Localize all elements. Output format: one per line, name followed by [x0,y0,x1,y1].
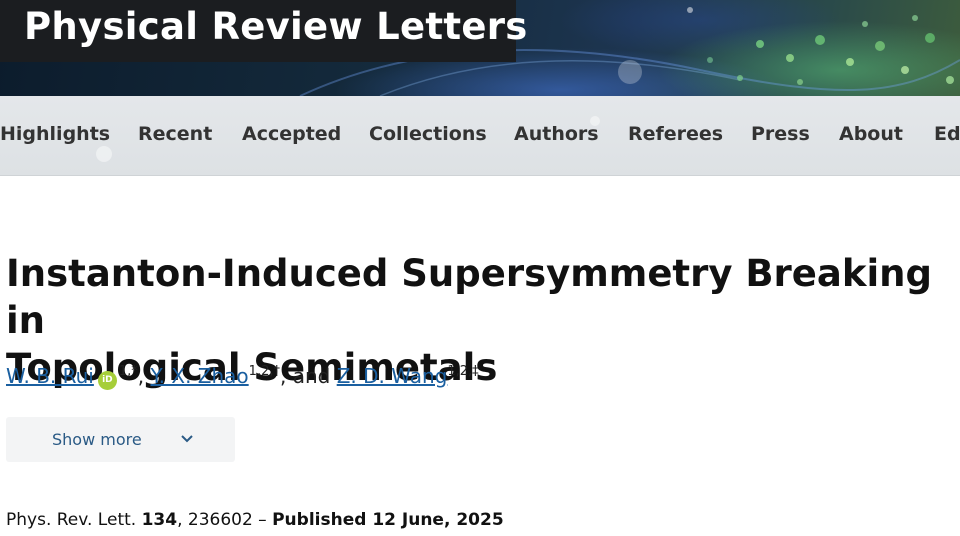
citation-journal: Phys. Rev. Lett. [6,510,142,530]
author-link-wang[interactable]: Z. D. Wang [337,364,448,388]
show-more-label: Show more [52,430,142,449]
author-list: W. B. Rui iD1,*, Y. X. Zhao1,2,†, and Z. … [6,364,479,390]
author-link-zhao[interactable]: Y. X. Zhao [151,364,249,388]
citation-article-number: , 236602 – [177,510,273,530]
site-title-box: Physical Review Letters [0,0,527,62]
nav-item-about[interactable]: About [839,123,903,145]
nav-item-authors[interactable]: Authors [514,123,599,145]
citation-volume: 134 [141,510,178,530]
nav-item-recent[interactable]: Recent [138,123,212,145]
author-affiliation: 1,* [118,364,138,379]
article-title-line-1: Instanton-Induced Supersymmetry Breaking… [6,252,932,342]
author-affiliation: 1,2,‡ [447,364,479,379]
nav-item-editors[interactable]: Ed [934,123,960,145]
author-separator: , [137,364,151,388]
chevron-down-icon [181,435,193,443]
orcid-icon[interactable]: iD [97,371,117,390]
author-link-rui[interactable]: W. B. Rui [6,364,94,388]
show-more-button[interactable]: Show more [6,417,235,462]
nav-item-highlights[interactable]: Highlights [0,123,110,145]
author-affiliation: 1,2,† [248,364,280,379]
author-separator: , and [279,364,337,388]
citation-published-date: Published 12 June, 2025 [272,510,504,530]
main-navigation: Highlights Recent Accepted Collections A… [0,96,960,176]
journal-banner: Physical Review Letters [0,0,960,96]
nav-item-referees[interactable]: Referees [628,123,723,145]
nav-item-accepted[interactable]: Accepted [242,123,341,145]
nav-item-collections[interactable]: Collections [369,123,487,145]
nav-item-press[interactable]: Press [751,123,810,145]
citation-line: Phys. Rev. Lett. 134, 236602 – Published… [6,510,504,530]
nav-decoration [96,146,112,162]
page: Physical Review Letters Highlights Recen… [0,0,960,536]
site-title[interactable]: Physical Review Letters [24,5,528,48]
